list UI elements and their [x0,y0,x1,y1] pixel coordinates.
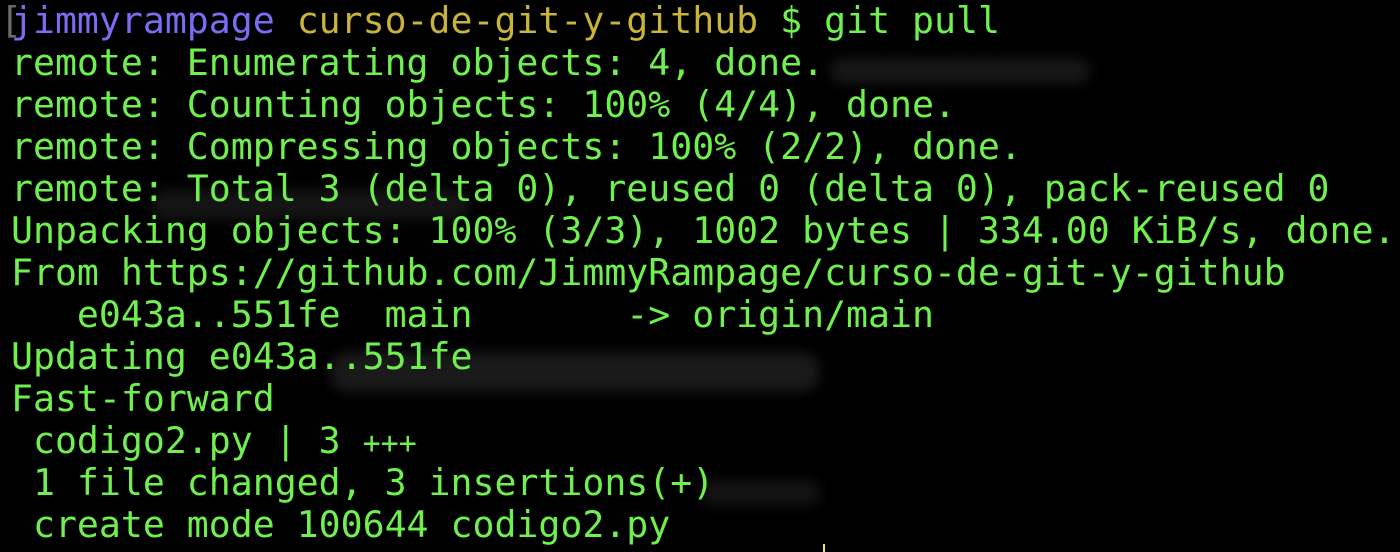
output-line: create mode 100644 codigo2.py [11,503,671,546]
output-line: remote: Enumerating objects: 4, done. [11,41,825,84]
prompt-line: jimmyrampage curso-de-git-y-github $ git… [11,0,1395,42]
text-cursor [823,544,825,552]
prompt-directory: curso-de-git-y-github [296,0,759,42]
output-line: e043a..551fe main -> origin/main [11,293,934,336]
output-line: 1 file changed, 3 insertions(+) [11,461,715,504]
output-line: Updating e043a..551fe [11,335,473,378]
output-line: remote: Compressing objects: 100% (2/2),… [11,125,1022,168]
prompt-user: jimmyrampage [11,0,275,42]
output-line: From https://github.com/JimmyRampage/cur… [11,251,1286,294]
output-line: Fast-forward [11,377,275,420]
prompt-command: git pull [824,0,1000,42]
diffstat-plus: +++ [362,426,417,461]
terminal-window[interactable]: [ jimmyrampage curso-de-git-y-github $ g… [0,0,1400,552]
output-line: Unpacking objects: 100% (3/3), 1002 byte… [11,209,1396,252]
output-line: remote: Total 3 (delta 0), reused 0 (del… [11,167,1330,210]
output-line: remote: Counting objects: 100% (4/4), do… [11,83,956,126]
diffstat-file: codigo2.py | 3 [11,419,363,462]
prompt-symbol: $ [780,0,803,42]
terminal-output: jimmyrampage curso-de-git-y-github $ git… [11,0,1395,546]
diffstat-line: codigo2.py | 3 +++ [11,420,1395,462]
